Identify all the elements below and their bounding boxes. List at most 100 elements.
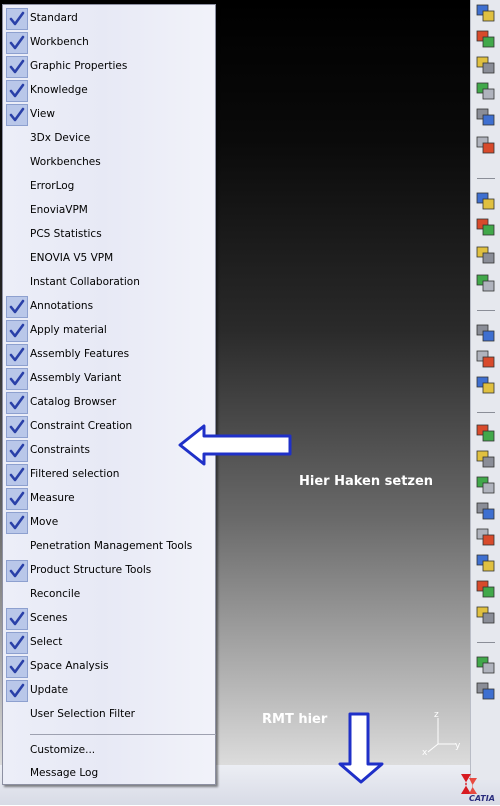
menu-item-annotations[interactable]: Annotations — [3, 295, 215, 319]
menu-item-enoviavpm[interactable]: EnoviaVPM — [3, 199, 215, 223]
menu-item-label: Assembly Features — [30, 348, 130, 360]
menu-item-label: Update — [30, 684, 69, 696]
menu-item-3dx-device[interactable]: 3Dx Device — [3, 127, 215, 151]
menu-item-label: Annotations — [30, 300, 94, 312]
chain-icon[interactable] — [475, 578, 496, 599]
menu-item-label: EnoviaVPM — [30, 204, 88, 216]
menu-item-measure[interactable]: Measure — [3, 487, 215, 511]
menu-item-update[interactable]: Update — [3, 679, 215, 703]
menu-item-graphic-properties[interactable]: Graphic Properties — [3, 55, 215, 79]
menu-item-label: Graphic Properties — [30, 60, 128, 72]
text-block-icon[interactable] — [475, 54, 496, 75]
checkmark-icon — [6, 368, 28, 390]
menu-item-label: Scenes — [30, 612, 68, 624]
manipulation-icon[interactable] — [475, 374, 496, 395]
explode-icon[interactable] — [475, 448, 496, 469]
menu-item-penetration-management-tools[interactable]: Penetration Management Tools — [3, 535, 215, 559]
menu-item-catalog-browser[interactable]: Catalog Browser — [3, 391, 215, 415]
logo-text: CATIA — [469, 794, 495, 802]
catalog-icon[interactable] — [475, 80, 496, 101]
star-wand-icon[interactable] — [475, 244, 496, 265]
link-icon[interactable] — [475, 604, 496, 625]
menu-item-label: Measure — [30, 492, 75, 504]
checkmark-icon — [6, 32, 28, 54]
menu-item-label: Customize... — [30, 744, 96, 756]
right-toolbar — [470, 0, 500, 780]
insert-product-icon[interactable] — [475, 322, 496, 343]
menu-item-user-selection-filter[interactable]: User Selection Filter — [3, 703, 215, 727]
select-icon[interactable] — [475, 2, 496, 23]
checkmark-icon — [6, 8, 28, 30]
menu-item-label: Select — [30, 636, 63, 648]
menu-item-workbenches[interactable]: Workbenches — [3, 151, 215, 175]
anchor-icon[interactable] — [475, 500, 496, 521]
axis-glyph: z y x — [422, 710, 461, 756]
checkmark-icon — [6, 464, 28, 486]
menu-item-label: Space Analysis — [30, 660, 109, 672]
checkmark-icon — [6, 416, 28, 438]
toolbar-separator — [477, 310, 495, 311]
checkmark-icon — [6, 104, 28, 126]
checkmark-icon — [6, 656, 28, 678]
menu-item-view[interactable]: View — [3, 103, 215, 127]
toolbar-separator — [477, 412, 495, 413]
insert-component-icon[interactable] — [475, 272, 496, 293]
menu-item-scenes[interactable]: Scenes — [3, 607, 215, 631]
menu-item-label: Knowledge — [30, 84, 88, 96]
menu-item-select[interactable]: Select — [3, 631, 215, 655]
menu-item-enovia-v5-vpm[interactable]: ENOVIA V5 VPM — [3, 247, 215, 271]
menu-item-workbench[interactable]: Workbench — [3, 31, 215, 55]
toolbar-separator — [477, 178, 495, 179]
menu-item-label: Catalog Browser — [30, 396, 117, 408]
refresh-icon[interactable] — [475, 654, 496, 675]
menu-item-label: Assembly Variant — [30, 372, 122, 384]
checkmark-icon — [6, 608, 28, 630]
checkmark-icon — [6, 488, 28, 510]
checkmark-icon — [6, 56, 28, 78]
gear-icon[interactable] — [475, 134, 496, 155]
fly-mode-icon[interactable] — [475, 190, 496, 211]
menu-item-label: 3Dx Device — [30, 132, 91, 144]
menu-item-apply-material[interactable]: Apply material — [3, 319, 215, 343]
menu-item-message-log[interactable]: Message Log — [3, 762, 215, 786]
menu-item-label: Standard — [30, 12, 78, 24]
menu-item-pcs-statistics[interactable]: PCS Statistics — [3, 223, 215, 247]
snap-icon[interactable] — [475, 422, 496, 443]
update-icon[interactable] — [475, 28, 496, 49]
left-arrow-icon — [178, 424, 292, 466]
menu-item-reconcile[interactable]: Reconcile — [3, 583, 215, 607]
product-icon[interactable] — [475, 106, 496, 127]
menu-item-assembly-features[interactable]: Assembly Features — [3, 343, 215, 367]
menu-item-space-analysis[interactable]: Space Analysis — [3, 655, 215, 679]
menu-item-label: Apply material — [30, 324, 107, 336]
measure-icon[interactable] — [475, 474, 496, 495]
checkmark-icon — [6, 440, 28, 462]
zoom-fit-icon[interactable] — [475, 216, 496, 237]
menu-item-instant-collaboration[interactable]: Instant Collaboration — [3, 271, 215, 295]
menu-item-label: Product Structure Tools — [30, 564, 152, 576]
menu-item-standard[interactable]: Standard — [3, 7, 215, 31]
menu-item-customize[interactable]: Customize... — [3, 739, 215, 763]
menu-item-label: ENOVIA V5 VPM — [30, 252, 114, 264]
axis-label-y: y — [455, 741, 461, 751]
axis-label-x: x — [422, 748, 428, 756]
checkmark-icon — [6, 680, 28, 702]
menu-item-label: PCS Statistics — [30, 228, 102, 240]
checkmark-icon — [6, 296, 28, 318]
toolbar-context-menu: Standard Workbench Graphic Properties Knowl… — [2, 4, 216, 785]
insert-part-icon[interactable] — [475, 348, 496, 369]
menu-item-errorlog[interactable]: ErrorLog — [3, 175, 215, 199]
menu-item-assembly-variant[interactable]: Assembly Variant — [3, 367, 215, 391]
pencil-icon[interactable] — [475, 526, 496, 547]
menu-item-product-structure-tools[interactable]: Product Structure Tools — [3, 559, 215, 583]
menu-item-move[interactable]: Move — [3, 511, 215, 535]
menu-item-label: Workbenches — [30, 156, 101, 168]
toolbar-separator — [477, 642, 495, 643]
hierarchy-icon[interactable] — [475, 680, 496, 701]
axis-label-z: z — [434, 710, 439, 720]
menu-item-knowledge[interactable]: Knowledge — [3, 79, 215, 103]
grid-icon[interactable] — [475, 552, 496, 573]
menu-item-label: Instant Collaboration — [30, 276, 140, 288]
checkmark-icon — [6, 344, 28, 366]
menu-item-label: Reconcile — [30, 588, 81, 600]
